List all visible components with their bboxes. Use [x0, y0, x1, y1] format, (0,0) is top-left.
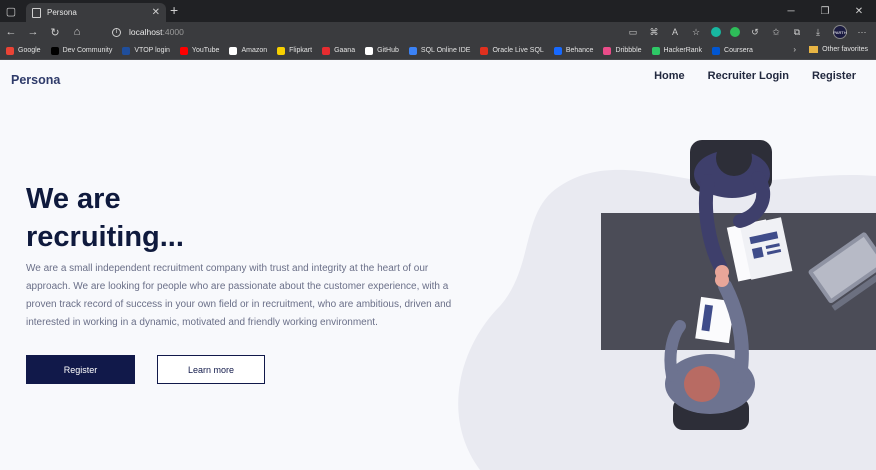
bookmark-item[interactable]: Amazon: [229, 46, 268, 55]
bookmark-favicon-icon: [480, 46, 489, 55]
reader-icon[interactable]: ▭: [627, 26, 639, 38]
bookmark-favicon-icon: [408, 46, 417, 55]
bookmark-label: Gaana: [334, 47, 356, 54]
bookmark-item[interactable]: Google: [6, 46, 41, 55]
profile-avatar[interactable]: PARTH: [833, 25, 847, 39]
tab-actions-icon[interactable]: ▢: [0, 0, 22, 22]
new-tab-icon[interactable]: +: [170, 2, 178, 18]
bookmark-label: Coursera: [724, 47, 753, 54]
bookmark-label: GitHub: [377, 47, 399, 54]
bookmark-item[interactable]: Dribbble: [603, 46, 642, 55]
site-info-icon[interactable]: i: [112, 27, 121, 37]
url-field[interactable]: i localhost:4000: [112, 25, 184, 39]
bookmark-label: Flipkart: [289, 47, 313, 54]
favorite-star-icon[interactable]: ☆: [690, 26, 702, 38]
bookmark-item[interactable]: HackerRank: [651, 46, 703, 55]
bookmark-label: Dribbble: [615, 47, 642, 54]
downloads-icon[interactable]: ⤓: [812, 26, 824, 38]
apps-icon[interactable]: ⌘: [648, 26, 660, 38]
url-port: :4000: [162, 27, 184, 37]
bookmark-favicon-icon: [651, 46, 660, 55]
close-tab-icon[interactable]: ✕: [152, 7, 160, 18]
bookmark-label: SQL Online IDE: [420, 47, 471, 54]
extension-icon[interactable]: [711, 27, 721, 37]
home-icon[interactable]: ⌂: [66, 22, 88, 42]
top-person-head: [716, 140, 752, 176]
bookmark-favicon-icon: [50, 46, 59, 55]
hero-description: We are a small independent recruitment c…: [26, 263, 452, 328]
refresh-extension-icon[interactable]: ↺: [749, 26, 761, 38]
browser-tab-bar: ▢ Persona ✕ + ─ ❐ ✕: [0, 0, 876, 22]
chevron-right-icon[interactable]: ›: [793, 45, 796, 54]
favorites-icon[interactable]: ✩: [770, 26, 782, 38]
bookmark-label: VTOP login: [134, 47, 170, 54]
register-button[interactable]: Register: [26, 355, 135, 384]
bookmark-favicon-icon: [277, 46, 286, 55]
handshake-illustration: [458, 140, 876, 470]
page-icon: [32, 7, 41, 18]
forward-icon[interactable]: →: [22, 22, 44, 42]
browser-tab[interactable]: Persona ✕: [26, 3, 166, 22]
bottom-person-head: [684, 366, 720, 402]
grammarly-icon[interactable]: [730, 27, 740, 37]
read-aloud-icon[interactable]: A: [669, 26, 681, 38]
bookmark-item[interactable]: YouTube: [179, 46, 220, 55]
browser-toolbar: ▭ ⌘ A ☆ ↺ ✩ ⧉ ⤓ PARTH ···: [627, 22, 868, 42]
bookmark-favicon-icon: [6, 46, 14, 55]
brand-logo[interactable]: Persona: [11, 73, 60, 87]
bookmark-item[interactable]: Gaana: [322, 46, 356, 55]
bookmark-item[interactable]: Behance: [553, 46, 594, 55]
back-icon[interactable]: ←: [0, 22, 22, 42]
nav-register-link[interactable]: Register: [812, 70, 856, 82]
bookmark-label: Dev Community: [62, 47, 113, 54]
bookmark-item[interactable]: Oracle Live SQL: [480, 46, 544, 55]
bookmark-favicon-icon: [603, 46, 612, 55]
site-nav: Home Recruiter Login Register: [654, 70, 856, 82]
bookmark-favicon-icon: [365, 46, 374, 55]
hero-title: We are recruiting...: [26, 183, 184, 253]
more-menu-icon[interactable]: ···: [856, 26, 868, 38]
bookmark-item[interactable]: GitHub: [365, 46, 399, 55]
folder-icon: [809, 46, 819, 53]
bookmark-favicon-icon: [553, 46, 562, 55]
bookmark-item[interactable]: Coursera: [712, 46, 753, 55]
bookmark-item[interactable]: Flipkart: [277, 46, 313, 55]
close-window-icon[interactable]: ✕: [842, 0, 876, 22]
bookmark-label: Behance: [565, 47, 594, 54]
nav-home-link[interactable]: Home: [654, 70, 685, 82]
collections-icon[interactable]: ⧉: [791, 26, 803, 38]
bookmark-label: HackerRank: [663, 47, 703, 54]
bookmark-label: Google: [18, 47, 41, 54]
bookmarks-bar: Google Dev Community VTOP login YouTube Amaz…: [0, 42, 876, 60]
bookmark-item[interactable]: VTOP login: [122, 46, 170, 55]
window-controls: ─ ❐ ✕: [774, 0, 876, 22]
other-favorites[interactable]: Other favorites: [809, 46, 868, 53]
restore-icon[interactable]: ❐: [808, 0, 842, 22]
bookmark-label: Amazon: [241, 47, 268, 54]
bookmark-favicon-icon: [122, 46, 131, 55]
nav-recruiter-login-link[interactable]: Recruiter Login: [708, 70, 789, 82]
minimize-icon[interactable]: ─: [774, 0, 808, 22]
bookmark-favicon-icon: [712, 46, 721, 55]
bookmark-label: YouTube: [191, 47, 220, 54]
web-page: Persona Home Recruiter Login Register We…: [0, 61, 876, 470]
bookmark-label: Oracle Live SQL: [492, 47, 544, 54]
refresh-icon[interactable]: ↻: [44, 22, 66, 42]
bookmark-favicon-icon: [322, 46, 331, 55]
bookmark-item[interactable]: SQL Online IDE: [408, 46, 471, 55]
learn-more-button[interactable]: Learn more: [157, 355, 265, 384]
bookmark-favicon-icon: [229, 46, 238, 55]
bookmark-item[interactable]: Dev Community: [50, 46, 113, 55]
url-host: localhost: [129, 27, 163, 37]
bookmark-favicon-icon: [179, 46, 188, 55]
tab-title: Persona: [47, 8, 77, 17]
